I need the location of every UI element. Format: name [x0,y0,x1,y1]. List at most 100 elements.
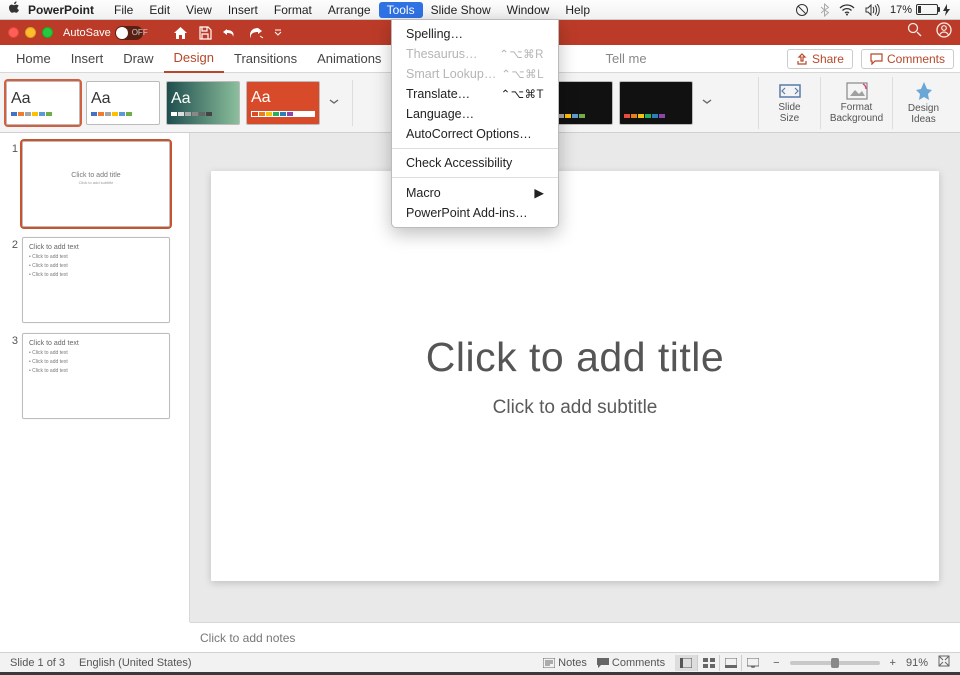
format-background-button[interactable]: Format Background [820,77,892,129]
menu-translate[interactable]: Translate…⌃⌥⌘T [392,84,558,104]
app-name[interactable]: PowerPoint [28,3,94,17]
thumb-bullet: • Click to add text [29,263,163,269]
menu-addins[interactable]: PowerPoint Add-ins… [392,203,558,223]
tab-insert[interactable]: Insert [61,45,114,73]
language-indicator[interactable]: English (United States) [79,657,192,669]
status-bar: Slide 1 of 3 English (United States) Not… [0,652,960,672]
slide-thumbnails-panel[interactable]: 1 Click to add title Click to add subtit… [0,133,190,622]
volume-icon[interactable] [865,4,880,16]
variant-gallery-more[interactable] [699,99,715,107]
slide-thumb-1[interactable]: Click to add title Click to add subtitle [22,141,170,227]
thumb-bullet: • Click to add text [29,359,163,365]
slide-size-button[interactable]: Slide Size [758,77,820,129]
menu-file[interactable]: File [106,2,141,18]
thumb-head: Click to add text [29,340,163,347]
menu-help[interactable]: Help [557,2,598,18]
menu-arrange[interactable]: Arrange [320,2,379,18]
thumb-bullet: • Click to add text [29,368,163,374]
theme-3[interactable]: Aa [166,81,240,125]
theme-gallery-more[interactable] [326,99,342,107]
design-ideas-button[interactable]: Design Ideas [892,77,954,129]
tab-draw[interactable]: Draw [113,45,163,73]
thumb-subtitle: Click to add subtitle [29,180,163,185]
thumb-bullet: • Click to add text [29,254,163,260]
menu-format[interactable]: Format [266,2,320,18]
save-icon[interactable] [198,26,212,40]
comments-button[interactable]: Comments [861,49,954,69]
slide-canvas-area[interactable]: Click to add title Click to add subtitle [190,133,960,622]
thumb-bullet: • Click to add text [29,350,163,356]
menu-window[interactable]: Window [499,2,558,18]
autosave-toggle[interactable]: AutoSave OFF [63,26,163,40]
zoom-in-icon[interactable]: + [890,657,896,669]
account-icon[interactable] [936,22,952,43]
autosave-label: AutoSave [63,27,111,39]
autosave-state: OFF [132,28,148,37]
menu-smart-lookup: Smart Lookup…⌃⌥⌘L [392,64,558,84]
apple-logo-icon[interactable] [8,1,20,18]
menu-check-accessibility[interactable]: Check Accessibility [392,153,558,173]
thumb-head: Click to add text [29,244,163,251]
thumb-bullet: • Click to add text [29,272,163,278]
menu-slideshow[interactable]: Slide Show [423,2,499,18]
undo-icon[interactable] [222,26,238,40]
menu-macro[interactable]: Macro▶ [392,182,558,203]
variant-2[interactable] [619,81,693,125]
wifi-icon[interactable] [839,4,855,16]
redo-icon[interactable] [248,26,264,40]
theme-4[interactable]: Aa [246,81,320,125]
menu-insert[interactable]: Insert [220,2,266,18]
sorter-view-icon[interactable] [697,655,719,671]
menu-view[interactable]: View [178,2,220,18]
notes-pane[interactable]: Click to add notes [190,622,960,652]
thumb-title: Click to add title [29,172,163,179]
slide-canvas[interactable]: Click to add title Click to add subtitle [211,171,939,581]
normal-view-icon[interactable] [675,655,697,671]
zoom-slider[interactable] [790,661,880,665]
battery-icon [916,4,938,15]
tab-home[interactable]: Home [6,45,61,73]
menu-tools[interactable]: Tools [379,2,423,18]
design-ideas-label: Design Ideas [908,103,939,125]
fit-to-window-icon[interactable] [938,655,950,670]
battery-indicator[interactable]: 17% [890,4,952,16]
menu-autocorrect[interactable]: AutoCorrect Options… [392,124,558,144]
tell-me-search[interactable]: Tell me [595,45,656,73]
notes-placeholder: Click to add notes [200,631,295,645]
thumb-number: 1 [4,141,22,227]
slide-counter[interactable]: Slide 1 of 3 [10,657,65,669]
menu-language[interactable]: Language… [392,104,558,124]
theme-office[interactable]: Aa [6,81,80,125]
tab-design[interactable]: Design [164,45,224,73]
maximize-window-icon[interactable] [42,27,53,38]
slide-subtitle-placeholder[interactable]: Click to add subtitle [493,397,658,419]
theme-2[interactable]: Aa [86,81,160,125]
submenu-arrow-icon: ▶ [534,185,544,200]
comments-label: Comments [887,52,945,66]
zoom-level[interactable]: 91% [906,657,928,669]
menu-spelling[interactable]: Spelling… [392,24,558,44]
slide-thumb-2[interactable]: Click to add text • Click to add text • … [22,237,170,323]
notes-toggle[interactable]: Notes [543,657,587,669]
comments-toggle[interactable]: Comments [597,657,665,669]
tab-animations[interactable]: Animations [307,45,391,73]
window-controls[interactable] [8,27,53,38]
share-button[interactable]: Share [787,49,853,69]
share-label: Share [812,52,844,66]
reading-view-icon[interactable] [719,655,741,671]
zoom-out-icon[interactable]: − [773,657,779,669]
search-icon[interactable] [907,22,922,43]
menu-edit[interactable]: Edit [141,2,178,18]
home-icon[interactable] [173,26,188,40]
minimize-window-icon[interactable] [25,27,36,38]
do-not-disturb-icon[interactable] [794,3,810,17]
customize-qat-icon[interactable] [274,26,282,40]
slide-title-placeholder[interactable]: Click to add title [426,334,724,381]
slideshow-view-icon[interactable] [741,655,763,671]
mac-menubar: PowerPoint File Edit View Insert Format … [0,0,960,20]
bluetooth-icon[interactable] [820,3,829,17]
close-window-icon[interactable] [8,27,19,38]
slide-thumb-3[interactable]: Click to add text • Click to add text • … [22,333,170,419]
thumb-number: 3 [4,333,22,419]
tab-transitions[interactable]: Transitions [224,45,307,73]
